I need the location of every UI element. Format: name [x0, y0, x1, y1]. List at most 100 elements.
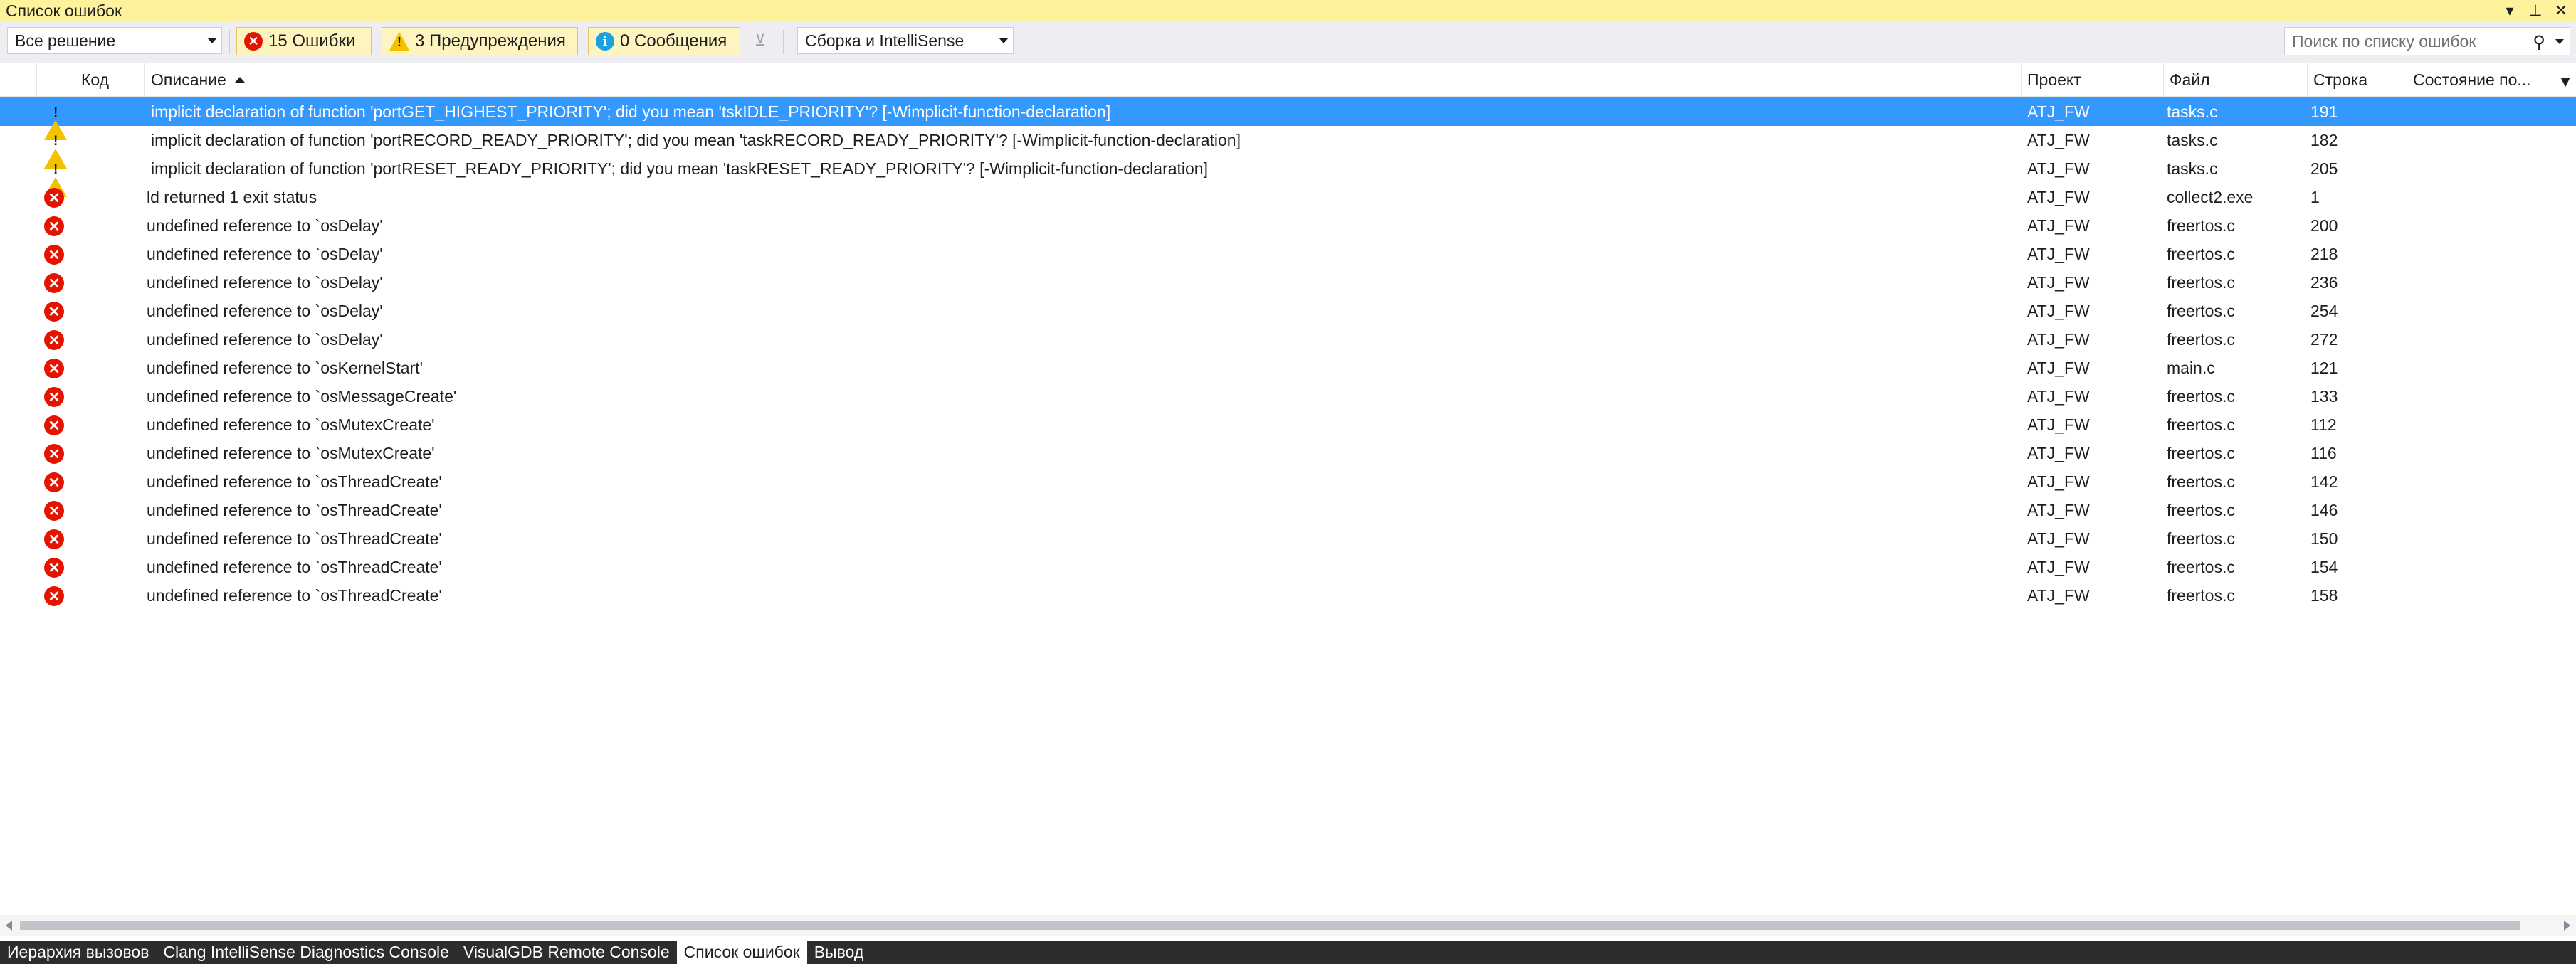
errors-filter-button[interactable]: ✕ 15 Ошибки — [236, 27, 372, 55]
table-row[interactable]: ✕ undefined reference to `osThreadCreate'… — [0, 467, 2576, 496]
source-dropdown[interactable]: Сборка и IntelliSense — [797, 27, 1014, 54]
search-icon[interactable]: ⚲ — [2533, 32, 2545, 53]
row-description: undefined reference to `osThreadCreate' — [147, 500, 442, 519]
warnings-filter-label: 3 Предупреждения — [415, 31, 566, 51]
horizontal-scrollbar[interactable] — [0, 915, 2576, 936]
table-row[interactable]: implicit declaration of function 'portRE… — [0, 126, 2576, 169]
messages-filter-button[interactable]: i 0 Сообщения — [588, 27, 740, 55]
row-file: freertos.c — [2167, 472, 2235, 491]
table-row[interactable]: ✕ ld returned 1 exit status ATJ_FW collect2… — [0, 183, 2576, 211]
table-row[interactable]: ✕ undefined reference to `osMutexCreate' A… — [0, 439, 2576, 467]
toolbar-separator — [783, 30, 784, 54]
error-icon: ✕ — [44, 558, 64, 578]
tab-1[interactable]: Clang IntelliSense Diagnostics Console — [156, 941, 456, 964]
scope-dropdown[interactable]: Все решение — [7, 27, 222, 54]
sort-ascending-icon — [234, 77, 245, 83]
error-icon: ✕ — [44, 586, 64, 606]
table-row[interactable]: ✕ undefined reference to `osDelay' ATJ_FW f… — [0, 297, 2576, 325]
row-project: ATJ_FW — [2027, 102, 2090, 121]
row-project: ATJ_FW — [2027, 130, 2090, 149]
row-project: ATJ_FW — [2027, 216, 2090, 235]
row-project: ATJ_FW — [2027, 500, 2090, 519]
column-header-project-label: Проект — [2027, 70, 2081, 89]
column-header-severity[interactable] — [37, 63, 75, 97]
table-row[interactable]: ✕ undefined reference to `osThreadCreate'… — [0, 553, 2576, 581]
row-line: 272 — [2310, 329, 2338, 349]
table-row[interactable]: ✕ undefined reference to `osThreadCreate'… — [0, 524, 2576, 553]
error-icon: ✕ — [44, 245, 64, 265]
column-header-description[interactable]: Описание — [145, 63, 2022, 97]
table-row[interactable]: ✕ undefined reference to `osDelay' ATJ_FW f… — [0, 268, 2576, 297]
row-project: ATJ_FW — [2027, 301, 2090, 320]
scrollbar-thumb[interactable] — [20, 921, 2520, 930]
table-row[interactable]: ✕ undefined reference to `osDelay' ATJ_FW f… — [0, 211, 2576, 240]
row-description: undefined reference to `osThreadCreate' — [147, 529, 442, 548]
table-row[interactable]: ✕ undefined reference to `osMutexCreate' A… — [0, 411, 2576, 439]
table-row[interactable]: ✕ undefined reference to `osKernelStart' A… — [0, 354, 2576, 382]
row-description: implicit declaration of function 'portRE… — [151, 159, 1208, 178]
column-header-state[interactable]: Состояние по... ▼ — [2407, 63, 2576, 97]
error-icon: ✕ — [44, 501, 64, 521]
row-file: freertos.c — [2167, 329, 2235, 349]
column-header-code[interactable]: Код — [75, 63, 145, 97]
search-options-icon[interactable] — [2555, 39, 2564, 44]
table-header: Код Описание Проект Файл Строка Состояни… — [0, 63, 2576, 97]
table-row[interactable]: ✕ undefined reference to `osThreadCreate'… — [0, 496, 2576, 524]
row-description: undefined reference to `osDelay' — [147, 272, 383, 292]
row-project: ATJ_FW — [2027, 472, 2090, 491]
column-header-file-label: Файл — [2170, 70, 2210, 89]
row-line: 182 — [2310, 130, 2338, 149]
row-description: undefined reference to `osMutexCreate' — [147, 415, 435, 434]
tab-3[interactable]: Список ошибок — [676, 941, 807, 964]
row-project: ATJ_FW — [2027, 187, 2090, 206]
row-file: tasks.c — [2167, 130, 2218, 149]
error-icon: ✕ — [44, 216, 64, 236]
column-header-line[interactable]: Строка — [2308, 63, 2407, 97]
row-line: 146 — [2310, 500, 2338, 519]
table-row[interactable]: ✕ undefined reference to `osDelay' ATJ_FW f… — [0, 325, 2576, 354]
row-file: freertos.c — [2167, 529, 2235, 548]
scope-value: Все решение — [15, 31, 116, 50]
row-file: freertos.c — [2167, 557, 2235, 576]
row-project: ATJ_FW — [2027, 415, 2090, 434]
warning-icon — [44, 102, 67, 140]
info-icon: i — [596, 32, 614, 51]
row-line: 200 — [2310, 216, 2338, 235]
scroll-left-icon[interactable] — [6, 921, 12, 931]
row-line: 150 — [2310, 529, 2338, 548]
table-row[interactable]: ✕ undefined reference to `osThreadCreate'… — [0, 581, 2576, 610]
error-icon: ✕ — [44, 529, 64, 549]
row-description: undefined reference to `osMutexCreate' — [147, 443, 435, 462]
row-description: undefined reference to `osDelay' — [147, 329, 383, 349]
filter-icon[interactable]: ▼ — [2557, 73, 2573, 91]
error-icon: ✕ — [44, 472, 64, 492]
clear-filter-icon[interactable]: ⊻ — [755, 31, 766, 50]
column-header-project[interactable]: Проект — [2022, 63, 2164, 97]
error-list: implicit declaration of function 'portGE… — [0, 97, 2576, 610]
table-row[interactable]: ✕ undefined reference to `osDelay' ATJ_FW f… — [0, 240, 2576, 268]
search-input[interactable]: Поиск по списку ошибок ⚲ — [2284, 27, 2570, 55]
pin-icon[interactable]: ⊥ — [2528, 1, 2543, 20]
column-header-file[interactable]: Файл — [2164, 63, 2308, 97]
warnings-filter-button[interactable]: 3 Предупреждения — [382, 27, 578, 55]
row-project: ATJ_FW — [2027, 586, 2090, 605]
error-icon: ✕ — [244, 32, 263, 51]
dropdown-arrow-icon[interactable]: ▾ — [2502, 1, 2518, 20]
table-row[interactable]: implicit declaration of function 'portGE… — [0, 97, 2576, 140]
close-icon[interactable]: ✕ — [2553, 1, 2569, 20]
tab-2[interactable]: VisualGDB Remote Console — [456, 941, 677, 964]
row-description: undefined reference to `osThreadCreate' — [147, 557, 442, 576]
messages-filter-label: 0 Сообщения — [620, 31, 727, 51]
tab-0[interactable]: Иерархия вызовов — [0, 941, 156, 964]
row-project: ATJ_FW — [2027, 244, 2090, 263]
tab-4[interactable]: Вывод — [807, 941, 871, 964]
scroll-right-icon[interactable] — [2564, 921, 2570, 931]
row-file: freertos.c — [2167, 415, 2235, 434]
bottom-tab-strip: Иерархия вызовов Clang IntelliSense Diagn… — [0, 941, 2576, 964]
row-file: collect2.exe — [2167, 187, 2254, 206]
row-line: 254 — [2310, 301, 2338, 320]
table-row[interactable]: ✕ undefined reference to `osMessageCreate… — [0, 382, 2576, 411]
row-description: undefined reference to `osDelay' — [147, 244, 383, 263]
row-line: 191 — [2310, 102, 2338, 121]
table-row[interactable]: implicit declaration of function 'portRE… — [0, 154, 2576, 197]
